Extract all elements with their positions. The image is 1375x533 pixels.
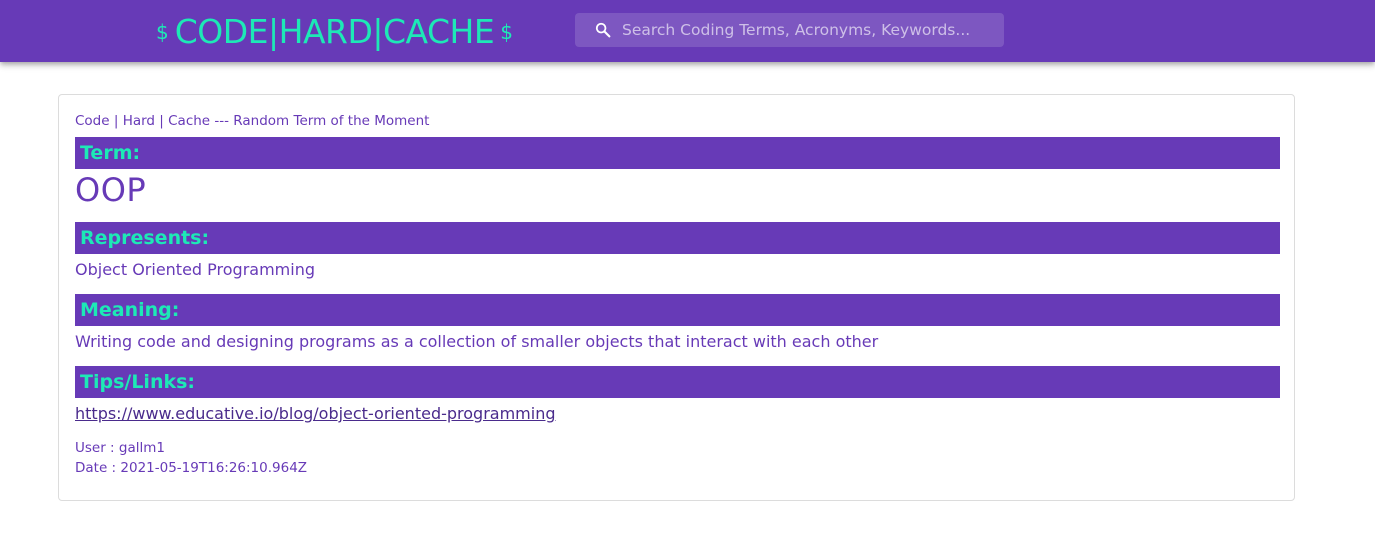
represents-section-header: Represents: (75, 222, 1280, 254)
dollar-right-symbol: $ (500, 20, 513, 44)
user-line: User : gallm1 (75, 440, 165, 456)
date-line: Date : 2021-05-19T16:26:10.964Z (75, 460, 308, 476)
meaning-section-header: Meaning: (75, 294, 1280, 326)
dollar-left-symbol: $ (156, 20, 169, 44)
search-bar[interactable] (575, 13, 1004, 47)
brand-logo[interactable]: $ CODE|HARD|CACHE $ (156, 10, 513, 52)
card-title: Code | Hard | Cache --- Random Term of t… (75, 113, 430, 129)
search-icon (595, 22, 611, 38)
tips-links-section-header: Tips/Links: (75, 366, 1280, 398)
app-bar: $ CODE|HARD|CACHE $ (0, 0, 1375, 62)
meaning-value: Writing code and designing programs as a… (75, 332, 879, 351)
term-card: Code | Hard | Cache --- Random Term of t… (58, 94, 1295, 501)
represents-value: Object Oriented Programming (75, 260, 315, 279)
brand-title: CODE|HARD|CACHE (174, 11, 495, 51)
search-input[interactable] (622, 21, 992, 39)
term-section-header: Term: (75, 137, 1280, 169)
tips-link[interactable]: https://www.educative.io/blog/object-ori… (75, 404, 556, 423)
term-value: OOP (75, 171, 147, 209)
